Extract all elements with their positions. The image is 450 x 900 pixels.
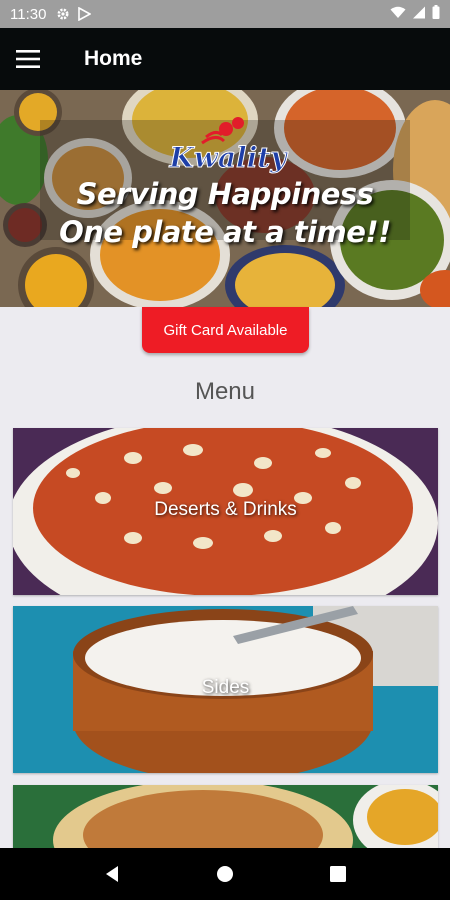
page-title: Home: [84, 47, 143, 70]
wifi-icon: [390, 6, 406, 23]
category-label: Sides: [201, 677, 250, 698]
hamburger-menu-icon[interactable]: [2, 28, 54, 90]
menu-heading: Menu: [194, 378, 256, 405]
system-nav-bar: [0, 848, 450, 900]
category-3-image: [13, 785, 438, 855]
home-icon[interactable]: [205, 854, 245, 894]
kwality-logo: Kwality: [168, 117, 289, 175]
app-bar: Home: [0, 28, 450, 90]
recents-icon[interactable]: [318, 854, 358, 894]
back-icon[interactable]: [92, 854, 132, 894]
signal-icon: [412, 6, 426, 23]
gift-card-button[interactable]: Gift Card Available: [142, 307, 309, 353]
svg-text:Kwality: Kwality: [168, 141, 288, 174]
hero-banner: Kwality Serving Happiness One plate at a…: [0, 90, 450, 307]
battery-icon: [432, 5, 440, 23]
menu-category-item-3[interactable]: [13, 785, 438, 855]
menu-category-sides[interactable]: Sides: [13, 606, 438, 773]
status-bar: 11:30: [0, 0, 450, 28]
play-store-icon: [78, 7, 92, 21]
screen: 11:30 Home Kwality Serving Happiness One…: [0, 0, 450, 900]
menu-category-deserts-drinks[interactable]: Deserts & Drinks: [13, 428, 438, 595]
gear-icon: [56, 7, 70, 21]
banner-tagline-1: Serving Happiness: [76, 177, 374, 211]
status-right-icons: [390, 5, 440, 23]
banner-tagline-2: One plate at a time!!: [59, 215, 391, 249]
status-time: 11:30: [10, 5, 47, 23]
category-label: Deserts & Drinks: [154, 499, 297, 520]
